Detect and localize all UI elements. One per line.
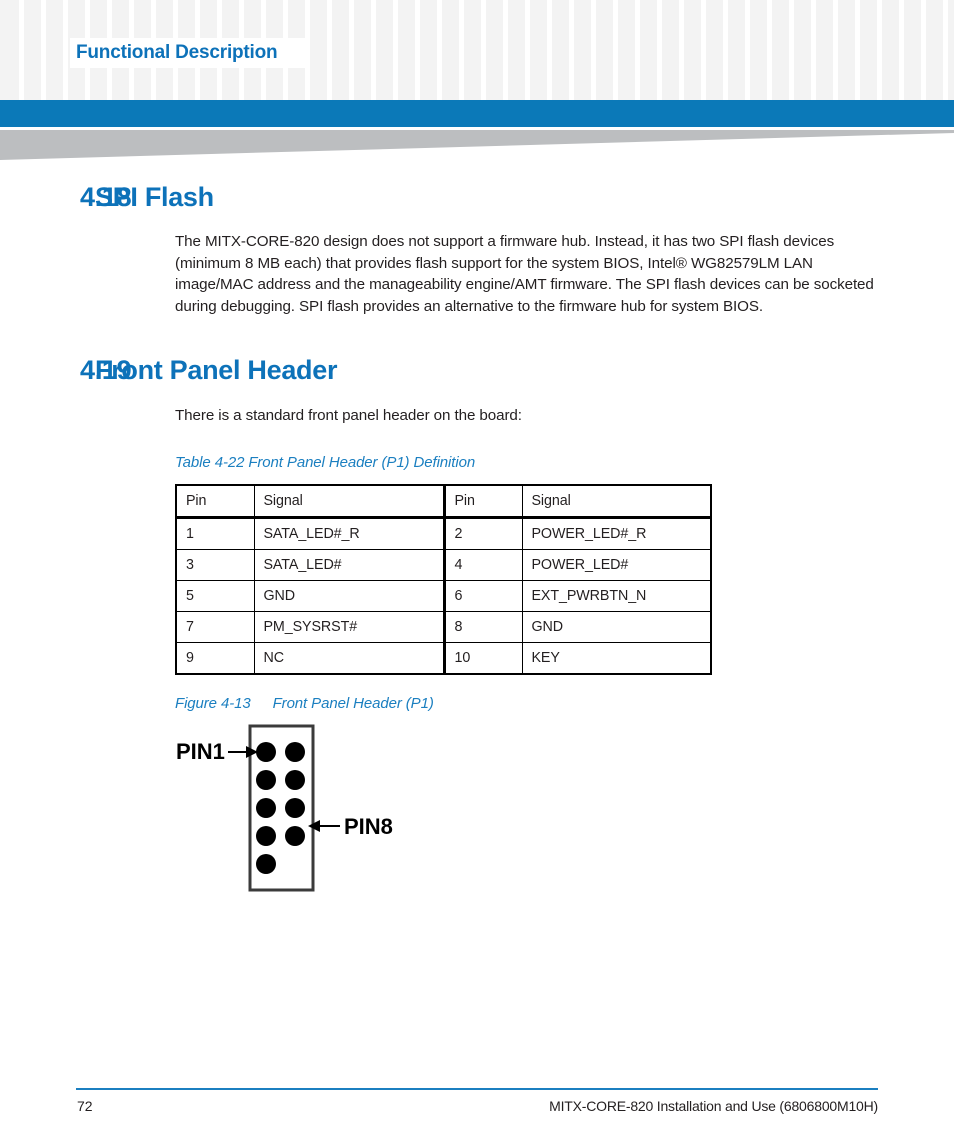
cell-pin-right: 2 bbox=[442, 516, 523, 550]
connector-diagram-svg: PIN1 PIN8 bbox=[176, 724, 393, 891]
column-header-pin-left: Pin bbox=[175, 484, 255, 519]
cell-pin-left: 1 bbox=[175, 516, 255, 550]
page-content: 4.18 SPI Flash The MITX-CORE-820 design … bbox=[0, 162, 954, 912]
section-heading-4-18: 4.18 SPI Flash bbox=[0, 182, 954, 213]
footer-document-title: MITX-CORE-820 Installation and Use (6806… bbox=[549, 1098, 878, 1114]
cell-signal-right: GND bbox=[521, 610, 712, 643]
cell-signal-right: POWER_LED#_R bbox=[521, 516, 712, 550]
cell-signal-left: PM_SYSRST# bbox=[253, 610, 445, 643]
column-header-signal-right: Signal bbox=[521, 484, 712, 519]
section-number: 4.19 bbox=[80, 355, 132, 385]
section-paragraph-front-panel: There is a standard front panel header o… bbox=[175, 407, 522, 424]
figure-caption: Figure 4-13 Front Panel Header (P1) bbox=[175, 695, 954, 712]
cell-signal-left: NC bbox=[253, 641, 445, 674]
cell-pin-left: 5 bbox=[175, 579, 255, 612]
cell-signal-right: KEY bbox=[521, 641, 712, 674]
header-gray-wedge bbox=[0, 130, 954, 160]
cell-pin-left: 3 bbox=[175, 548, 255, 581]
running-header-title: Functional Description bbox=[76, 42, 278, 63]
table-row: 3 SATA_LED# 4 POWER_LED# bbox=[175, 548, 712, 581]
column-header-pin-right: Pin bbox=[442, 484, 523, 519]
section-heading-4-19: 4.19 Front Panel Header bbox=[0, 355, 954, 386]
cell-pin-right: 6 bbox=[442, 579, 523, 612]
table-caption-text: Front Panel Header (P1) Definition bbox=[248, 453, 476, 471]
cell-signal-left: SATA_LED# bbox=[253, 548, 445, 581]
cell-signal-right: POWER_LED# bbox=[521, 548, 712, 581]
cell-pin-right: 8 bbox=[442, 610, 523, 643]
footer-page-number: 72 bbox=[77, 1098, 93, 1114]
pin-hole-5 bbox=[256, 797, 276, 818]
pin-hole-6 bbox=[285, 797, 305, 818]
table-caption-id: Table 4-22 bbox=[175, 453, 245, 471]
cell-pin-right: 4 bbox=[442, 548, 523, 581]
table-row: 7 PM_SYSRST# 8 GND bbox=[175, 610, 712, 643]
front-panel-header-figure: PIN1 PIN8 bbox=[0, 712, 954, 912]
cell-signal-right: EXT_PWRBTN_N bbox=[521, 579, 712, 612]
table-row: 9 NC 10 KEY bbox=[175, 641, 712, 674]
table-caption: Table 4-22 Front Panel Header (P1) Defini… bbox=[175, 454, 954, 471]
cell-pin-left: 7 bbox=[175, 610, 255, 643]
page-header-band: Functional Description bbox=[0, 0, 954, 100]
section-number: 4.18 bbox=[80, 182, 132, 212]
section-title: SPI Flash bbox=[95, 182, 214, 212]
cell-signal-left: SATA_LED#_R bbox=[253, 516, 445, 550]
cell-signal-left: GND bbox=[253, 579, 445, 612]
pin-hole-2 bbox=[285, 741, 305, 762]
pin-hole-1 bbox=[256, 741, 276, 762]
cell-pin-left: 9 bbox=[175, 641, 255, 674]
table-row: 1 SATA_LED#_R 2 POWER_LED#_R bbox=[175, 516, 712, 550]
pin-hole-8 bbox=[285, 825, 305, 846]
footer-rule bbox=[76, 1088, 878, 1090]
pin-hole-3 bbox=[256, 769, 276, 790]
pin-hole-9 bbox=[256, 853, 276, 874]
header-blue-rule bbox=[0, 100, 954, 127]
figure-caption-id: Figure 4-13 bbox=[175, 694, 251, 712]
section-paragraph-spi-flash: The MITX-CORE-820 design does not suppor… bbox=[175, 233, 874, 315]
pin1-label: PIN1 bbox=[176, 739, 225, 764]
table-row: 5 GND 6 EXT_PWRBTN_N bbox=[175, 579, 712, 612]
front-panel-header-table: Pin Signal Pin Signal 1 SATA_LED#_R 2 PO… bbox=[175, 483, 712, 675]
table-header-row: Pin Signal Pin Signal bbox=[175, 484, 712, 519]
section-title: Front Panel Header bbox=[95, 355, 338, 385]
cell-pin-right: 10 bbox=[442, 641, 523, 674]
pin-hole-7 bbox=[256, 825, 276, 846]
pin-hole-4 bbox=[285, 769, 305, 790]
figure-caption-text: Front Panel Header (P1) bbox=[272, 694, 434, 712]
column-header-signal-left: Signal bbox=[253, 484, 445, 519]
pin8-label: PIN8 bbox=[344, 814, 393, 839]
front-panel-header-table-wrap: Pin Signal Pin Signal 1 SATA_LED#_R 2 PO… bbox=[175, 483, 712, 675]
